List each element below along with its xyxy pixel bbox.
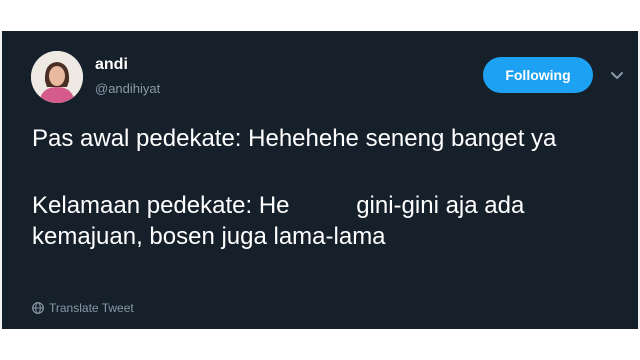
display-name[interactable]: andi — [95, 56, 128, 74]
translate-tweet-link[interactable]: Translate Tweet — [32, 301, 134, 315]
tweet-text-line-2: Kelamaan pedekate: He gini-gini aja ada … — [32, 192, 531, 250]
globe-icon — [32, 302, 44, 314]
following-button[interactable]: Following — [483, 57, 593, 93]
avatar[interactable] — [31, 51, 83, 103]
tweet-text: Pas awal pedekate: Hehehehe seneng bange… — [32, 123, 627, 252]
user-handle[interactable]: @andihiyat — [95, 81, 160, 96]
tweet-card: andi @andihiyat Following Pas awal pedek… — [0, 31, 640, 329]
tweet-text-line-1: Pas awal pedekate: Hehehehe seneng bange… — [32, 125, 557, 152]
chevron-down-icon[interactable] — [609, 67, 625, 83]
translate-tweet-label: Translate Tweet — [49, 301, 134, 315]
avatar-image — [31, 51, 83, 103]
